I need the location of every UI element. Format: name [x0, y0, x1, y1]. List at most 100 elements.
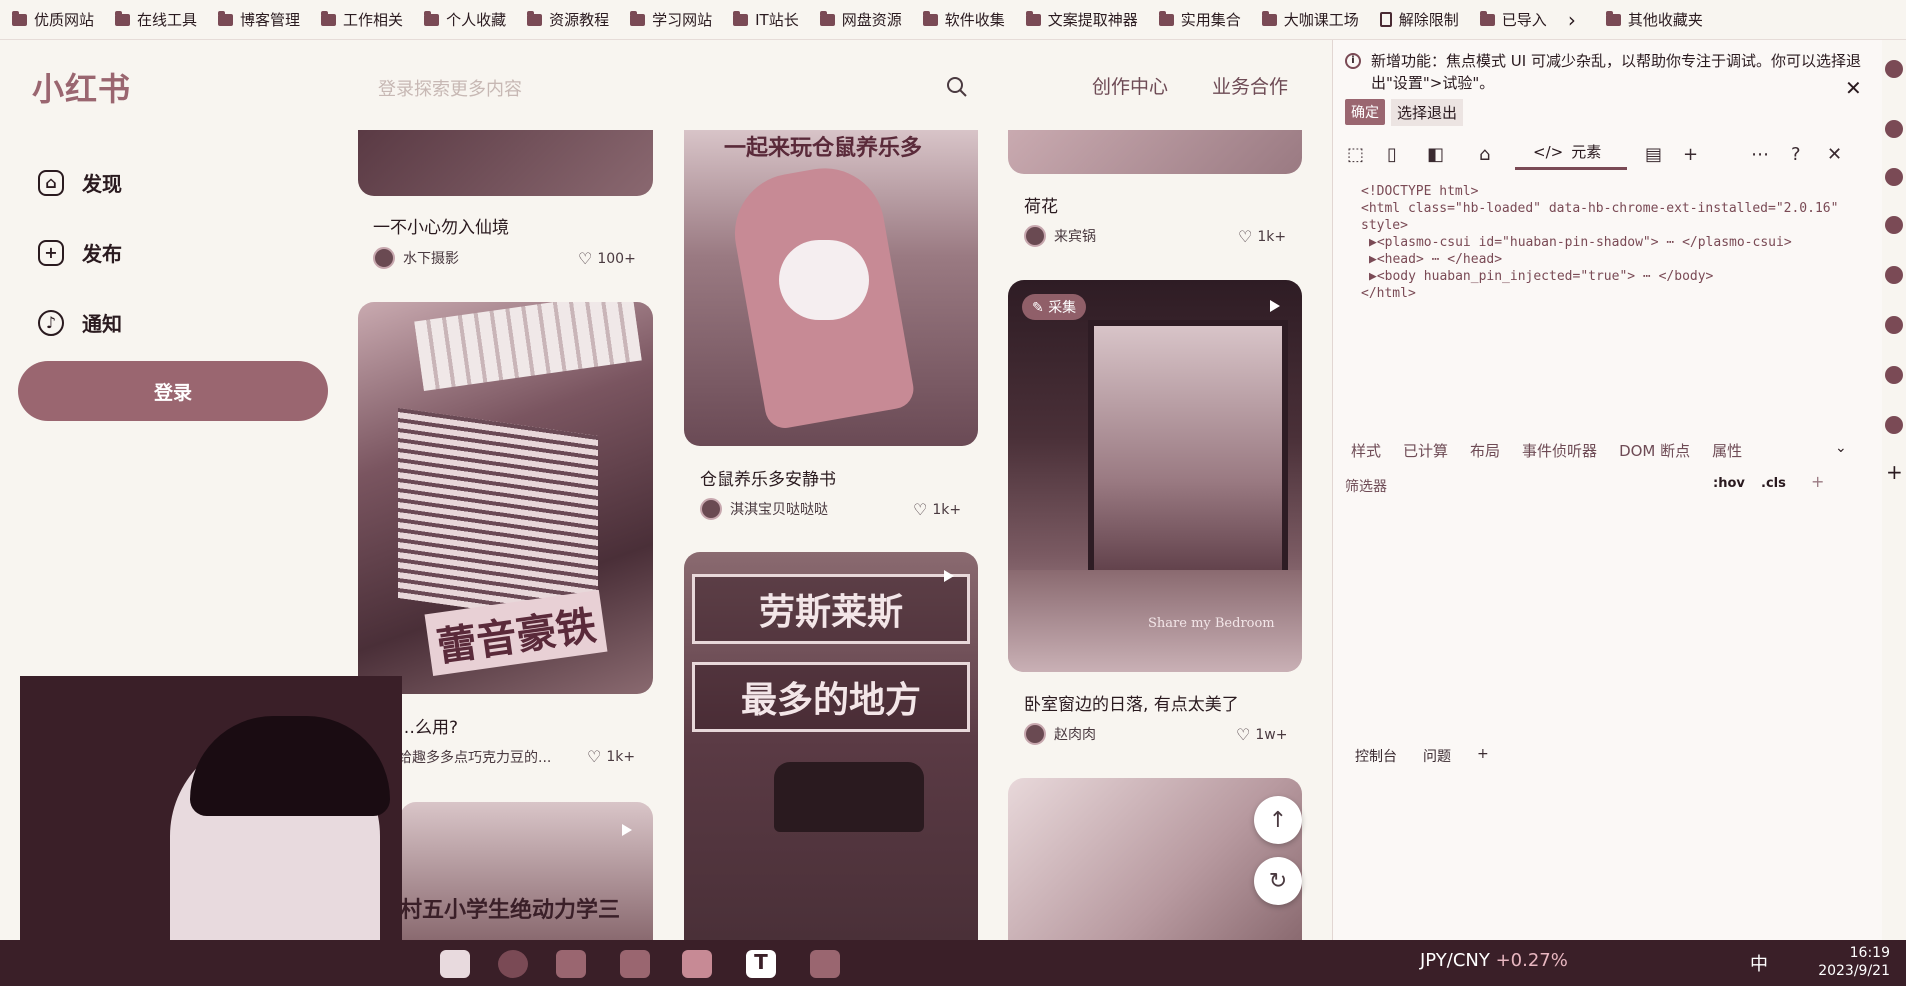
business-link[interactable]: 业务合作 — [1212, 72, 1288, 99]
tab-elements[interactable]: </> 元素 — [1515, 136, 1627, 170]
app-icon[interactable] — [620, 950, 650, 978]
note-image[interactable] — [1008, 778, 1302, 940]
tab-styles[interactable]: 样式 — [1351, 440, 1381, 461]
sidebar-app-icon[interactable] — [1885, 266, 1903, 284]
dom-line[interactable]: <html class="hb-loaded" data-hb-chrome-e… — [1361, 200, 1838, 217]
chevron-right-icon[interactable]: › — [1568, 8, 1576, 32]
nav-notify[interactable]: ♪ 通知 — [38, 308, 122, 337]
nav-discover[interactable]: ⌂ 发现 — [38, 168, 122, 197]
cls-toggle[interactable]: .cls — [1761, 476, 1786, 491]
collect-badge[interactable]: ✎ 采集 — [1022, 294, 1087, 320]
bookmark-item[interactable]: 网盘资源 — [819, 9, 902, 30]
dom-line[interactable]: </html> — [1361, 285, 1838, 302]
chrome-icon[interactable] — [498, 950, 528, 978]
bookmark-item[interactable]: IT站长 — [733, 9, 799, 30]
note-author[interactable]: 水下摄影 — [373, 247, 459, 269]
bookmark-item[interactable]: 文案提取神器 — [1025, 9, 1138, 30]
creator-center-link[interactable]: 创作中心 — [1092, 72, 1168, 99]
tab-dom-breakpoints[interactable]: DOM 断点 — [1619, 440, 1690, 461]
new-rule-icon[interactable]: + — [1811, 472, 1824, 491]
folder-icon[interactable] — [810, 950, 840, 978]
search-icon[interactable] — [946, 76, 968, 98]
dom-line[interactable]: ▶<head> ⋯ </head> — [1361, 251, 1838, 268]
note-title[interactable]: 仓鼠养乐多安静书 — [700, 465, 836, 490]
note-image[interactable] — [1008, 130, 1302, 174]
login-button[interactable]: 登录 — [18, 361, 328, 421]
dom-tree[interactable]: <!DOCTYPE html> <html class="hb-loaded" d… — [1361, 183, 1838, 302]
close-devtools-icon[interactable]: ✕ — [1827, 144, 1842, 165]
like-button[interactable]: ♡ 1k+ — [913, 500, 961, 519]
more-icon[interactable]: ⋯ — [1751, 144, 1769, 165]
add-icon[interactable]: + — [1886, 460, 1903, 484]
device-toolbar-icon[interactable]: ▯ — [1387, 144, 1397, 165]
tab-properties[interactable]: 属性 — [1712, 440, 1742, 461]
dom-line[interactable]: <!DOCTYPE html> — [1361, 183, 1838, 200]
sidebar-app-icon[interactable] — [1885, 168, 1903, 186]
note-image[interactable] — [358, 130, 653, 196]
sidebar-app-icon[interactable] — [1885, 60, 1903, 78]
tab-computed[interactable]: 已计算 — [1403, 440, 1448, 461]
search-input[interactable]: 登录探索更多内容 — [378, 75, 522, 101]
app-icon[interactable] — [556, 950, 586, 978]
note-author[interactable]: 淇淇宝贝哒哒哒 — [700, 498, 828, 520]
bookmark-item[interactable]: 解除限制 — [1379, 9, 1459, 30]
tab-event-listeners[interactable]: 事件侦听器 — [1522, 440, 1597, 461]
note-image[interactable]: ✎ 采集 Share my Bedroom — [1008, 280, 1302, 672]
currency-widget[interactable]: JPY/CNY +0.27% — [1420, 950, 1568, 971]
note-author[interactable]: 来宾锅 — [1024, 225, 1096, 247]
confirm-button[interactable]: 确定 — [1345, 99, 1385, 125]
tab-console[interactable]: 控制台 — [1355, 746, 1397, 766]
note-image[interactable]: 村五小学生绝动力学三 — [400, 802, 653, 940]
note-title[interactable]: 荷花 — [1024, 192, 1058, 217]
bookmark-item[interactable]: 在线工具 — [115, 9, 197, 30]
close-icon[interactable]: ✕ — [1845, 76, 1862, 100]
app-icon[interactable] — [682, 950, 712, 978]
note-title[interactable]: 一不小心勿入仙境 — [373, 213, 509, 238]
like-button[interactable]: ♡ 100+ — [578, 249, 636, 268]
ime-indicator[interactable]: 中 — [1750, 950, 1768, 976]
bookmark-item[interactable]: 软件收集 — [922, 9, 1005, 30]
add-drawer-tab-icon[interactable]: + — [1477, 746, 1489, 766]
like-button[interactable]: ♡ 1w+ — [1236, 725, 1287, 744]
like-button[interactable]: ♡ 1k+ — [587, 747, 635, 766]
bookmark-item[interactable]: 实用集合 — [1158, 9, 1241, 30]
hov-toggle[interactable]: :hov — [1713, 476, 1745, 491]
edge-icon[interactable] — [440, 950, 470, 978]
bookmark-item[interactable]: 已导入 — [1479, 9, 1547, 30]
dom-line[interactable]: ▶<body huaban_pin_injected="true"> ⋯ </b… — [1361, 268, 1838, 285]
bookmark-item[interactable]: 个人收藏 — [424, 9, 506, 30]
inspect-icon[interactable]: ⬚ — [1347, 144, 1364, 165]
nav-publish[interactable]: + 发布 — [38, 238, 122, 267]
bookmark-item[interactable]: 优质网站 — [12, 9, 94, 30]
dom-line[interactable]: style> — [1361, 217, 1838, 234]
bookmark-item[interactable]: 博客管理 — [218, 9, 300, 30]
note-image[interactable]: 劳斯莱斯 最多的地方 — [684, 552, 978, 940]
bookmark-item[interactable]: 资源教程 — [527, 9, 609, 30]
bookmark-item[interactable]: 工作相关 — [321, 9, 403, 30]
sidebar-app-icon[interactable] — [1885, 316, 1903, 334]
note-author[interactable]: 赵肉肉 — [1024, 723, 1096, 745]
bookmark-item[interactable]: 其他收藏夹 — [1605, 9, 1703, 30]
tab-issues[interactable]: 问题 — [1423, 746, 1451, 766]
system-clock[interactable]: 16:19 2023/9/21 — [1818, 944, 1890, 980]
dom-line[interactable]: ▶<plasmo-csui id="huaban-pin-shadow"> ⋯ … — [1361, 234, 1838, 251]
opt-out-button[interactable]: 选择退出 — [1391, 99, 1464, 126]
scroll-top-button[interactable]: ↑ — [1254, 796, 1302, 844]
typora-icon[interactable]: T — [746, 950, 776, 978]
note-image[interactable]: 蕾音豪铁 — [358, 302, 653, 694]
bookmark-item[interactable]: 大咖课工场 — [1261, 9, 1359, 30]
sidebar-app-icon[interactable] — [1885, 416, 1903, 434]
sidebar-toggle-icon[interactable]: ◧ — [1427, 144, 1444, 165]
add-tab-icon[interactable]: + — [1683, 144, 1698, 165]
search-bar[interactable]: 登录探索更多内容 — [378, 70, 968, 106]
sidebar-app-icon[interactable] — [1885, 120, 1903, 138]
help-icon[interactable]: ? — [1791, 144, 1801, 165]
styles-filter-input[interactable]: 筛选器 — [1345, 476, 1387, 496]
welcome-home-icon[interactable]: ⌂ — [1479, 144, 1490, 165]
note-author[interactable]: 给趣多多点巧克力豆的... — [398, 747, 551, 767]
console-tab-icon[interactable]: ▤ — [1645, 144, 1662, 165]
sidebar-app-icon[interactable] — [1885, 216, 1903, 234]
note-title[interactable]: …么用? — [398, 713, 458, 738]
app-logo[interactable]: 小红书 — [32, 64, 131, 110]
bookmark-item[interactable]: 学习网站 — [630, 9, 712, 30]
